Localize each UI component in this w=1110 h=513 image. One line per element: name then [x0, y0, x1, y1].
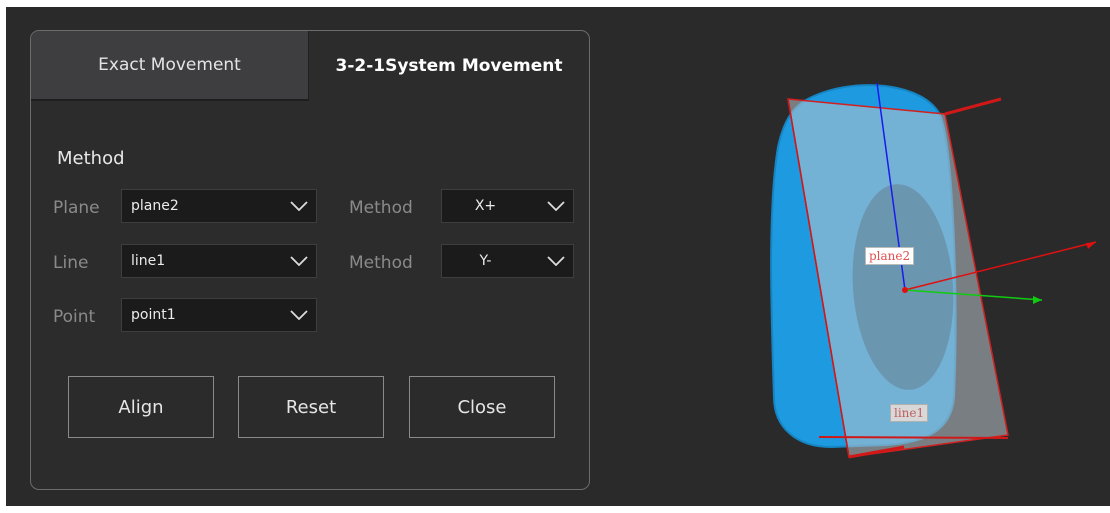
line-label: Line	[53, 253, 89, 273]
method-section-title: Method	[57, 148, 125, 169]
point-label: Point	[53, 307, 96, 327]
plane-method-value: X+	[474, 198, 497, 214]
line-method-label: Method	[349, 253, 413, 273]
plane2-label: plane2	[865, 247, 915, 265]
line-select-value: line1	[131, 253, 166, 269]
chevron-down-icon	[539, 244, 573, 278]
movement-dialog: Exact Movement 3-2-1System Movement Meth…	[30, 30, 590, 490]
tab-exact-movement[interactable]: Exact Movement	[31, 31, 309, 101]
plane-method-select[interactable]: X+	[441, 189, 574, 223]
chevron-down-icon	[282, 298, 316, 332]
chevron-down-icon	[282, 189, 316, 223]
tab-321-system-movement[interactable]: 3-2-1System Movement	[309, 31, 589, 101]
point-select-value: point1	[131, 307, 176, 323]
close-button[interactable]: Close	[409, 376, 555, 438]
line-method-value: Y-	[479, 253, 492, 269]
chevron-down-icon	[539, 189, 573, 223]
align-button[interactable]: Align	[68, 376, 214, 438]
line-method-select[interactable]: Y-	[441, 244, 574, 278]
app-frame: plane2 line1 Exact Movement 3-2-1System …	[6, 7, 1110, 506]
plane-select-value: plane2	[131, 198, 179, 214]
line-select[interactable]: line1	[121, 244, 317, 278]
reset-button[interactable]: Reset	[238, 376, 384, 438]
origin-point	[902, 287, 908, 293]
line1-label: line1	[890, 404, 929, 422]
plane-method-label: Method	[349, 198, 413, 218]
point-select[interactable]: point1	[121, 298, 317, 332]
tab-bar: Exact Movement 3-2-1System Movement	[31, 31, 589, 101]
plane-select[interactable]: plane2	[121, 189, 317, 223]
plane-label: Plane	[53, 198, 100, 218]
chevron-down-icon	[282, 244, 316, 278]
